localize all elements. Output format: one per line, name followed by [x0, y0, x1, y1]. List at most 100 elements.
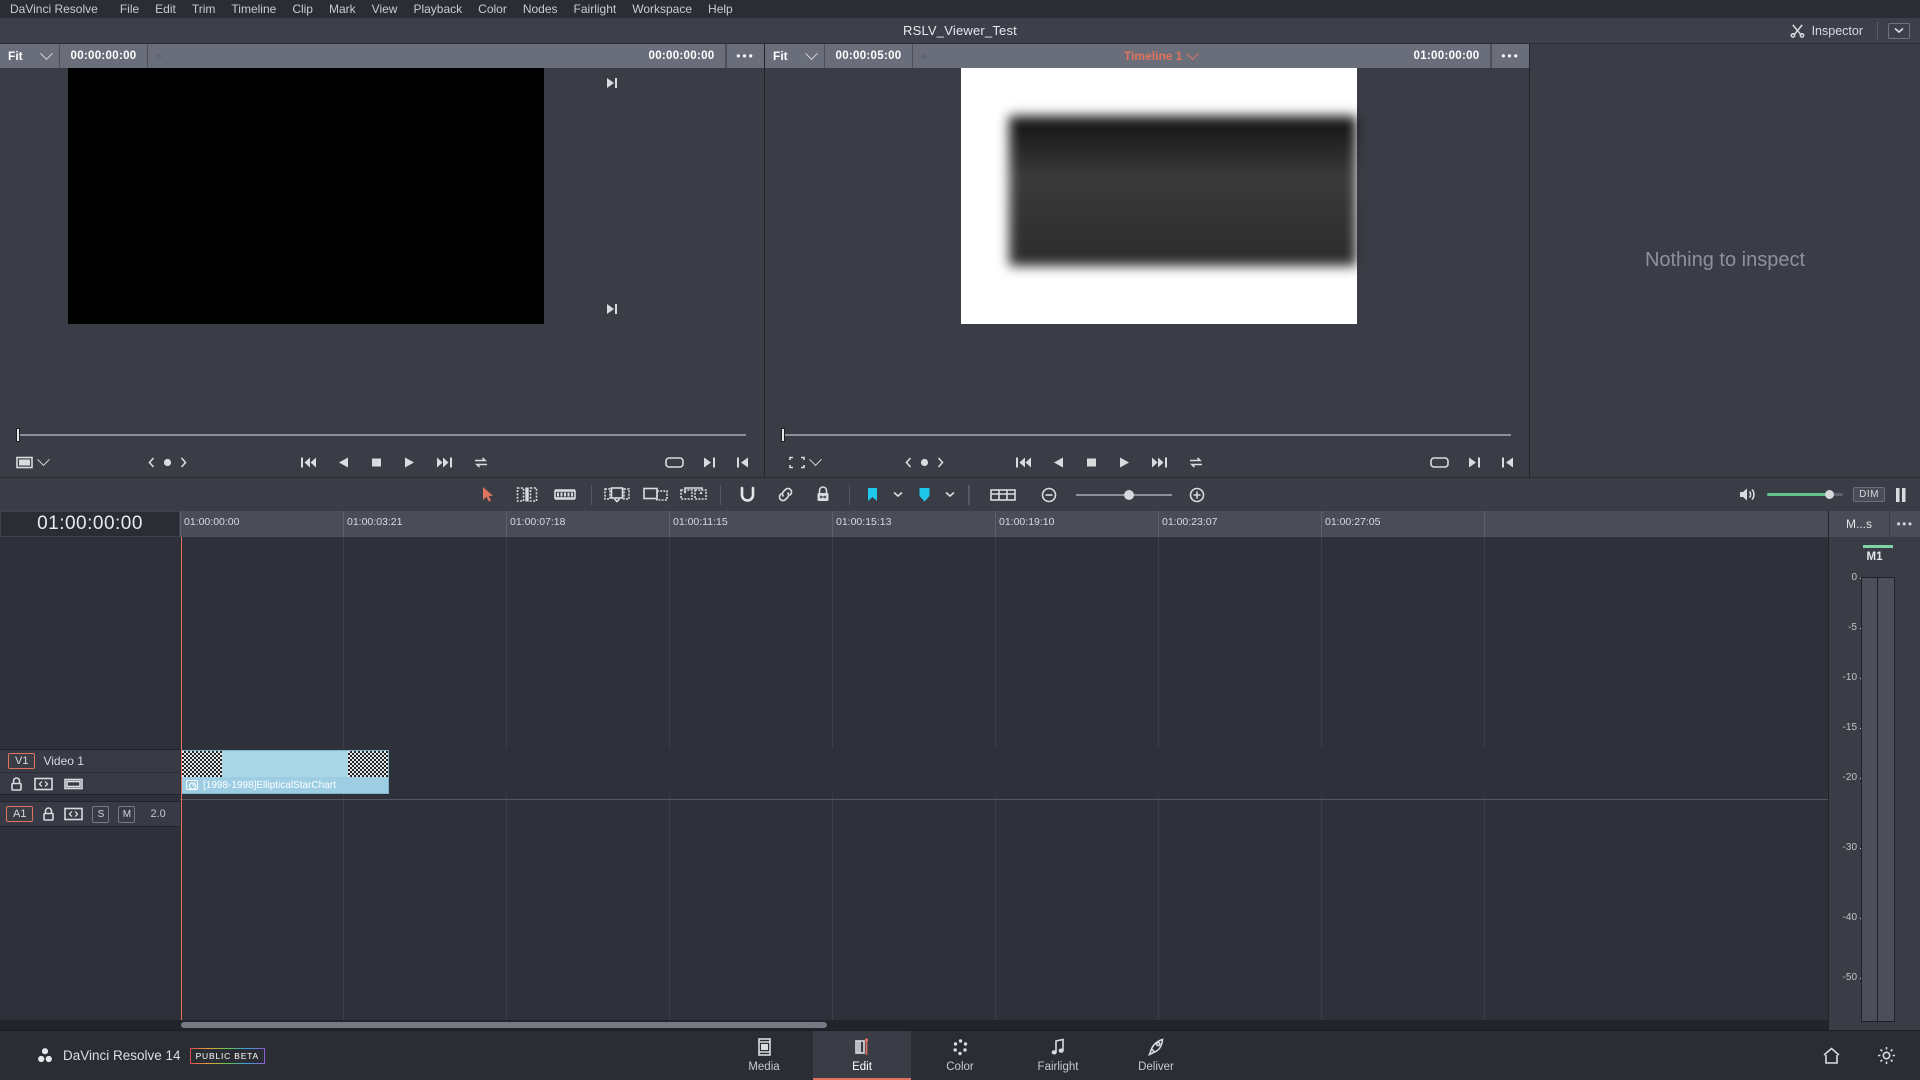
jump-to-start-button[interactable] [1015, 456, 1032, 469]
lock-icon[interactable] [42, 807, 55, 821]
page-button-fairlight[interactable]: Fairlight [1009, 1031, 1107, 1080]
marker-dropdown-chevron-icon[interactable] [939, 491, 961, 498]
page-button-media[interactable]: Media [715, 1031, 813, 1080]
scrollbar-thumb[interactable] [181, 1022, 827, 1028]
source-view-mode-dropdown[interactable] [16, 452, 50, 469]
audio-meter-header: M...s ••• [1829, 511, 1920, 537]
play-reverse-button[interactable] [1052, 456, 1065, 469]
source-scrubber-handle[interactable] [16, 428, 20, 442]
video-track-lane[interactable] [180, 749, 1828, 795]
loop-button[interactable] [473, 456, 489, 469]
insert-in-icon[interactable] [1500, 456, 1515, 469]
match-frame-icon[interactable] [665, 456, 684, 469]
menu-item-help[interactable]: Help [700, 2, 741, 16]
trim-edit-icon[interactable] [508, 486, 546, 503]
menu-item-timeline[interactable]: Timeline [223, 2, 284, 16]
jump-to-end-button[interactable] [436, 456, 453, 469]
timeline-horizontal-scrollbar[interactable] [0, 1020, 1828, 1030]
timeline-timecode-left[interactable]: 00:00:05:00 [825, 44, 913, 68]
flag-icon[interactable] [857, 487, 887, 503]
menu-item-mark[interactable]: Mark [321, 2, 364, 16]
lock-icon[interactable] [10, 777, 23, 791]
zoom-out-button[interactable] [1029, 487, 1069, 503]
volume-knob[interactable] [1825, 490, 1835, 499]
timeline-name-dropdown[interactable]: Timeline 1 [1116, 44, 1205, 68]
source-scrubber[interactable] [0, 423, 764, 447]
timeline-timecode-right[interactable]: 01:00:00:00 [1403, 44, 1492, 68]
menu-item-view[interactable]: View [364, 2, 406, 16]
home-icon[interactable] [1822, 1046, 1841, 1065]
menu-item-color[interactable]: Color [470, 2, 515, 16]
filmstrip-icon[interactable] [64, 777, 83, 791]
timeline-view-mode-dropdown[interactable] [789, 452, 822, 469]
marker-icon[interactable] [909, 487, 939, 503]
menu-item-fairlight[interactable]: Fairlight [566, 2, 625, 16]
timeline-zoom-dropdown[interactable]: Fit [765, 44, 825, 68]
mute-button[interactable]: M [118, 805, 136, 823]
audio-meter-options-button[interactable]: ••• [1890, 511, 1920, 537]
video-track-id[interactable]: V1 [8, 753, 36, 769]
menu-item-clip[interactable]: Clip [284, 2, 321, 16]
master-volume-slider[interactable] [1767, 490, 1844, 499]
flag-dropdown-chevron-icon[interactable] [887, 491, 909, 498]
loop-button[interactable] [1188, 456, 1204, 469]
source-timecode-left[interactable]: 00:00:00:00 [60, 44, 148, 68]
page-button-deliver[interactable]: Deliver [1107, 1031, 1205, 1080]
lock-track-icon[interactable] [804, 486, 842, 503]
menu-item-edit[interactable]: Edit [147, 2, 184, 16]
menu-item-davinci-resolve[interactable]: DaVinci Resolve [8, 2, 112, 16]
insert-clip-icon[interactable] [637, 487, 675, 502]
link-clips-icon[interactable] [766, 486, 804, 503]
insert-in-icon[interactable] [735, 456, 750, 469]
menu-item-file[interactable]: File [112, 2, 147, 16]
play-forward-button[interactable] [403, 456, 416, 469]
insert-out-icon[interactable] [702, 456, 717, 469]
source-viewer-options-button[interactable]: ••• [726, 44, 764, 68]
selection-arrow-icon[interactable] [470, 486, 508, 503]
timeline-playhead[interactable] [181, 537, 182, 1020]
swap-clip-icon[interactable] [675, 486, 713, 503]
timeline-tracks[interactable]: V1 Video 1 A1 S M 2.0 [1998-1998]Ellipti… [0, 537, 1828, 1020]
timeline-current-timecode[interactable]: 01:00:00:00 [0, 511, 180, 537]
solo-button[interactable]: S [92, 805, 110, 823]
source-marker-nav[interactable] [148, 456, 187, 468]
page-button-color[interactable]: Color [911, 1031, 1009, 1080]
dynamic-trim-icon[interactable] [546, 487, 584, 502]
snapping-magnet-icon[interactable] [728, 486, 766, 503]
play-reverse-button[interactable] [337, 456, 350, 469]
menu-item-workspace[interactable]: Workspace [624, 2, 700, 16]
timeline-scrubber[interactable] [765, 423, 1529, 447]
jump-to-end-button[interactable] [1151, 456, 1168, 469]
timeline-viewer-canvas[interactable] [765, 68, 1529, 423]
audio-track-id[interactable]: A1 [6, 806, 34, 822]
stop-button[interactable] [370, 456, 383, 469]
match-frame-icon[interactable] [1430, 456, 1449, 469]
timeline-zoom-slider[interactable] [1069, 489, 1179, 501]
timeline-viewer-options-button[interactable]: ••• [1491, 44, 1529, 68]
play-forward-button[interactable] [1118, 456, 1131, 469]
page-button-edit[interactable]: Edit [813, 1031, 911, 1080]
auto-select-icon[interactable] [34, 777, 53, 791]
source-timecode-right[interactable]: 00:00:00:00 [638, 44, 726, 68]
auto-select-icon[interactable] [64, 807, 84, 821]
volume-icon[interactable] [1739, 487, 1757, 502]
insert-out-icon[interactable] [1467, 456, 1482, 469]
blade-razor-icon[interactable] [599, 486, 637, 503]
menu-item-trim[interactable]: Trim [184, 2, 224, 16]
timeline-view-options-icon[interactable] [977, 488, 1029, 502]
dim-button[interactable]: DIM [1853, 487, 1885, 502]
timeline-ruler[interactable]: 01:00:00:00 01:00:03:21 01:00:07:18 01:0… [180, 511, 1828, 537]
video-track-name[interactable]: Video 1 [43, 754, 83, 768]
zoom-in-button[interactable] [1179, 487, 1215, 503]
menu-item-playback[interactable]: Playback [405, 2, 470, 16]
timeline-marker-nav[interactable] [905, 456, 944, 468]
timeline-scrubber-handle[interactable] [781, 428, 785, 442]
timeline-clip[interactable]: [1998-1998]EllipticalStarChart [181, 750, 389, 794]
stop-button[interactable] [1085, 456, 1098, 469]
jump-to-start-button[interactable] [300, 456, 317, 469]
source-viewer-canvas[interactable] [0, 68, 764, 423]
gear-icon[interactable] [1877, 1046, 1896, 1065]
meter-bars-icon[interactable] [1895, 487, 1908, 503]
menu-item-nodes[interactable]: Nodes [515, 2, 566, 16]
source-zoom-dropdown[interactable]: Fit [0, 44, 60, 68]
